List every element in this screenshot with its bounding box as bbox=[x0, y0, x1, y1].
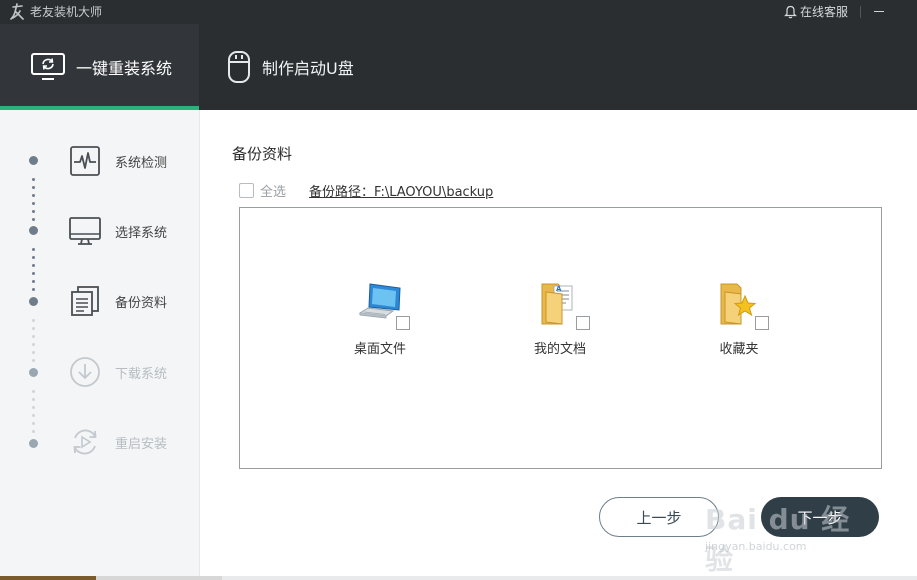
step-backup-data: 备份资料 bbox=[68, 284, 167, 318]
step-connector-dot bbox=[32, 218, 35, 221]
step-dot bbox=[29, 226, 38, 235]
step-dot bbox=[29, 439, 38, 448]
computer-icon bbox=[356, 280, 410, 330]
item-name: 我的文档 bbox=[533, 342, 586, 357]
tab-make-usb[interactable]: 制作启动U盘 bbox=[222, 24, 402, 110]
select-all-checkbox[interactable]: 全选 bbox=[239, 181, 286, 200]
step-connector-dot bbox=[32, 210, 35, 213]
documents-icon bbox=[68, 284, 102, 318]
step-dot bbox=[29, 297, 38, 306]
monitor-refresh-icon bbox=[30, 52, 66, 82]
tab-reinstall-system[interactable]: 一键重装系统 bbox=[0, 24, 199, 110]
minimize-button[interactable] bbox=[868, 1, 890, 21]
desktop-icon bbox=[68, 214, 102, 248]
backup-path-link[interactable]: 备份路径：F:\LAOYOU\backup bbox=[309, 181, 493, 200]
tab-bar: 一键重装系统 制作启动U盘 bbox=[0, 24, 917, 110]
step-connector-dot bbox=[32, 288, 35, 291]
bell-icon bbox=[784, 5, 797, 19]
app-logo-icon bbox=[10, 3, 24, 20]
backup-item-favorites[interactable]: 收藏夹 bbox=[689, 280, 789, 357]
previous-step-button[interactable]: 上一步 bbox=[599, 497, 719, 537]
step-label: 下载系统 bbox=[115, 366, 168, 382]
steps-sidebar: 系统检测 选择系统 备份资料 下载系统 重启安装 bbox=[0, 110, 200, 576]
watermark-url: jingyan.baidu.com bbox=[705, 540, 807, 553]
svg-text:A: A bbox=[556, 285, 562, 293]
pulse-monitor-icon bbox=[68, 144, 102, 178]
tab-make-usb-label: 制作启动U盘 bbox=[262, 59, 354, 78]
step-connector-dot bbox=[32, 248, 35, 251]
app-title: 老友装机大师 bbox=[30, 5, 103, 19]
step-connector-dot bbox=[32, 335, 35, 338]
favorites-folder-icon bbox=[715, 280, 769, 330]
step-connector-dot bbox=[32, 178, 35, 181]
backup-item-documents[interactable]: A 我的文档 bbox=[510, 280, 610, 357]
online-support-label: 在线客服 bbox=[800, 5, 849, 19]
step-restart-install: 重启安装 bbox=[68, 425, 167, 459]
step-label: 备份资料 bbox=[115, 295, 168, 311]
bottom-strip-grey bbox=[96, 576, 222, 580]
step-label: 系统检测 bbox=[115, 155, 168, 171]
bottom-strip-brown bbox=[0, 576, 96, 580]
usb-drive-icon bbox=[226, 50, 252, 84]
step-connector-dot bbox=[32, 390, 35, 393]
download-icon bbox=[68, 355, 102, 389]
step-label: 选择系统 bbox=[115, 225, 168, 241]
backup-panel: 备份资料 全选 备份路径：F:\LAOYOU\backup 桌面文件 A 我的文… bbox=[200, 110, 917, 576]
backup-item-desktop[interactable]: 桌面文件 bbox=[330, 280, 430, 357]
step-connector-dot bbox=[32, 406, 35, 409]
title-divider bbox=[860, 6, 861, 18]
online-support-button[interactable]: 在线客服 bbox=[784, 3, 848, 21]
tab-reinstall-label: 一键重装系统 bbox=[76, 59, 173, 78]
step-dot bbox=[29, 156, 38, 165]
next-step-button[interactable]: 下一步 bbox=[761, 497, 879, 537]
step-system-check: 系统检测 bbox=[68, 144, 167, 178]
step-connector-dot bbox=[32, 256, 35, 259]
section-title: 备份资料 bbox=[232, 145, 293, 163]
select-all-label: 全选 bbox=[260, 185, 287, 200]
step-connector-dot bbox=[32, 351, 35, 354]
step-connector-dot bbox=[32, 422, 35, 425]
step-connector-dot bbox=[32, 272, 35, 275]
step-connector-dot bbox=[32, 264, 35, 267]
step-connector-dot bbox=[32, 280, 35, 283]
step-connector-dot bbox=[32, 186, 35, 189]
documents-folder-icon: A bbox=[536, 280, 590, 330]
item-checkbox[interactable] bbox=[755, 316, 769, 330]
backup-items-box: 桌面文件 A 我的文档 收藏夹 bbox=[239, 207, 882, 469]
step-download-system: 下载系统 bbox=[68, 355, 167, 389]
item-checkbox[interactable] bbox=[576, 316, 590, 330]
item-name: 桌面文件 bbox=[353, 342, 406, 357]
step-connector-dot bbox=[32, 194, 35, 197]
step-dot bbox=[29, 368, 38, 377]
title-bar: 老友装机大师 在线客服 bbox=[0, 0, 917, 24]
step-connector-dot bbox=[32, 343, 35, 346]
bottom-strip bbox=[0, 576, 917, 580]
step-connector-dot bbox=[32, 327, 35, 330]
step-connector-dot bbox=[32, 359, 35, 362]
item-checkbox[interactable] bbox=[396, 316, 410, 330]
step-connector-dot bbox=[32, 414, 35, 417]
step-connector-dot bbox=[32, 202, 35, 205]
checkbox[interactable] bbox=[239, 183, 254, 198]
step-connector-dot bbox=[32, 430, 35, 433]
step-select-system: 选择系统 bbox=[68, 214, 167, 248]
step-connector-dot bbox=[32, 398, 35, 401]
step-connector-dot bbox=[32, 319, 35, 322]
item-name: 收藏夹 bbox=[719, 342, 759, 357]
restart-icon bbox=[68, 425, 102, 459]
step-label: 重启安装 bbox=[115, 436, 168, 452]
